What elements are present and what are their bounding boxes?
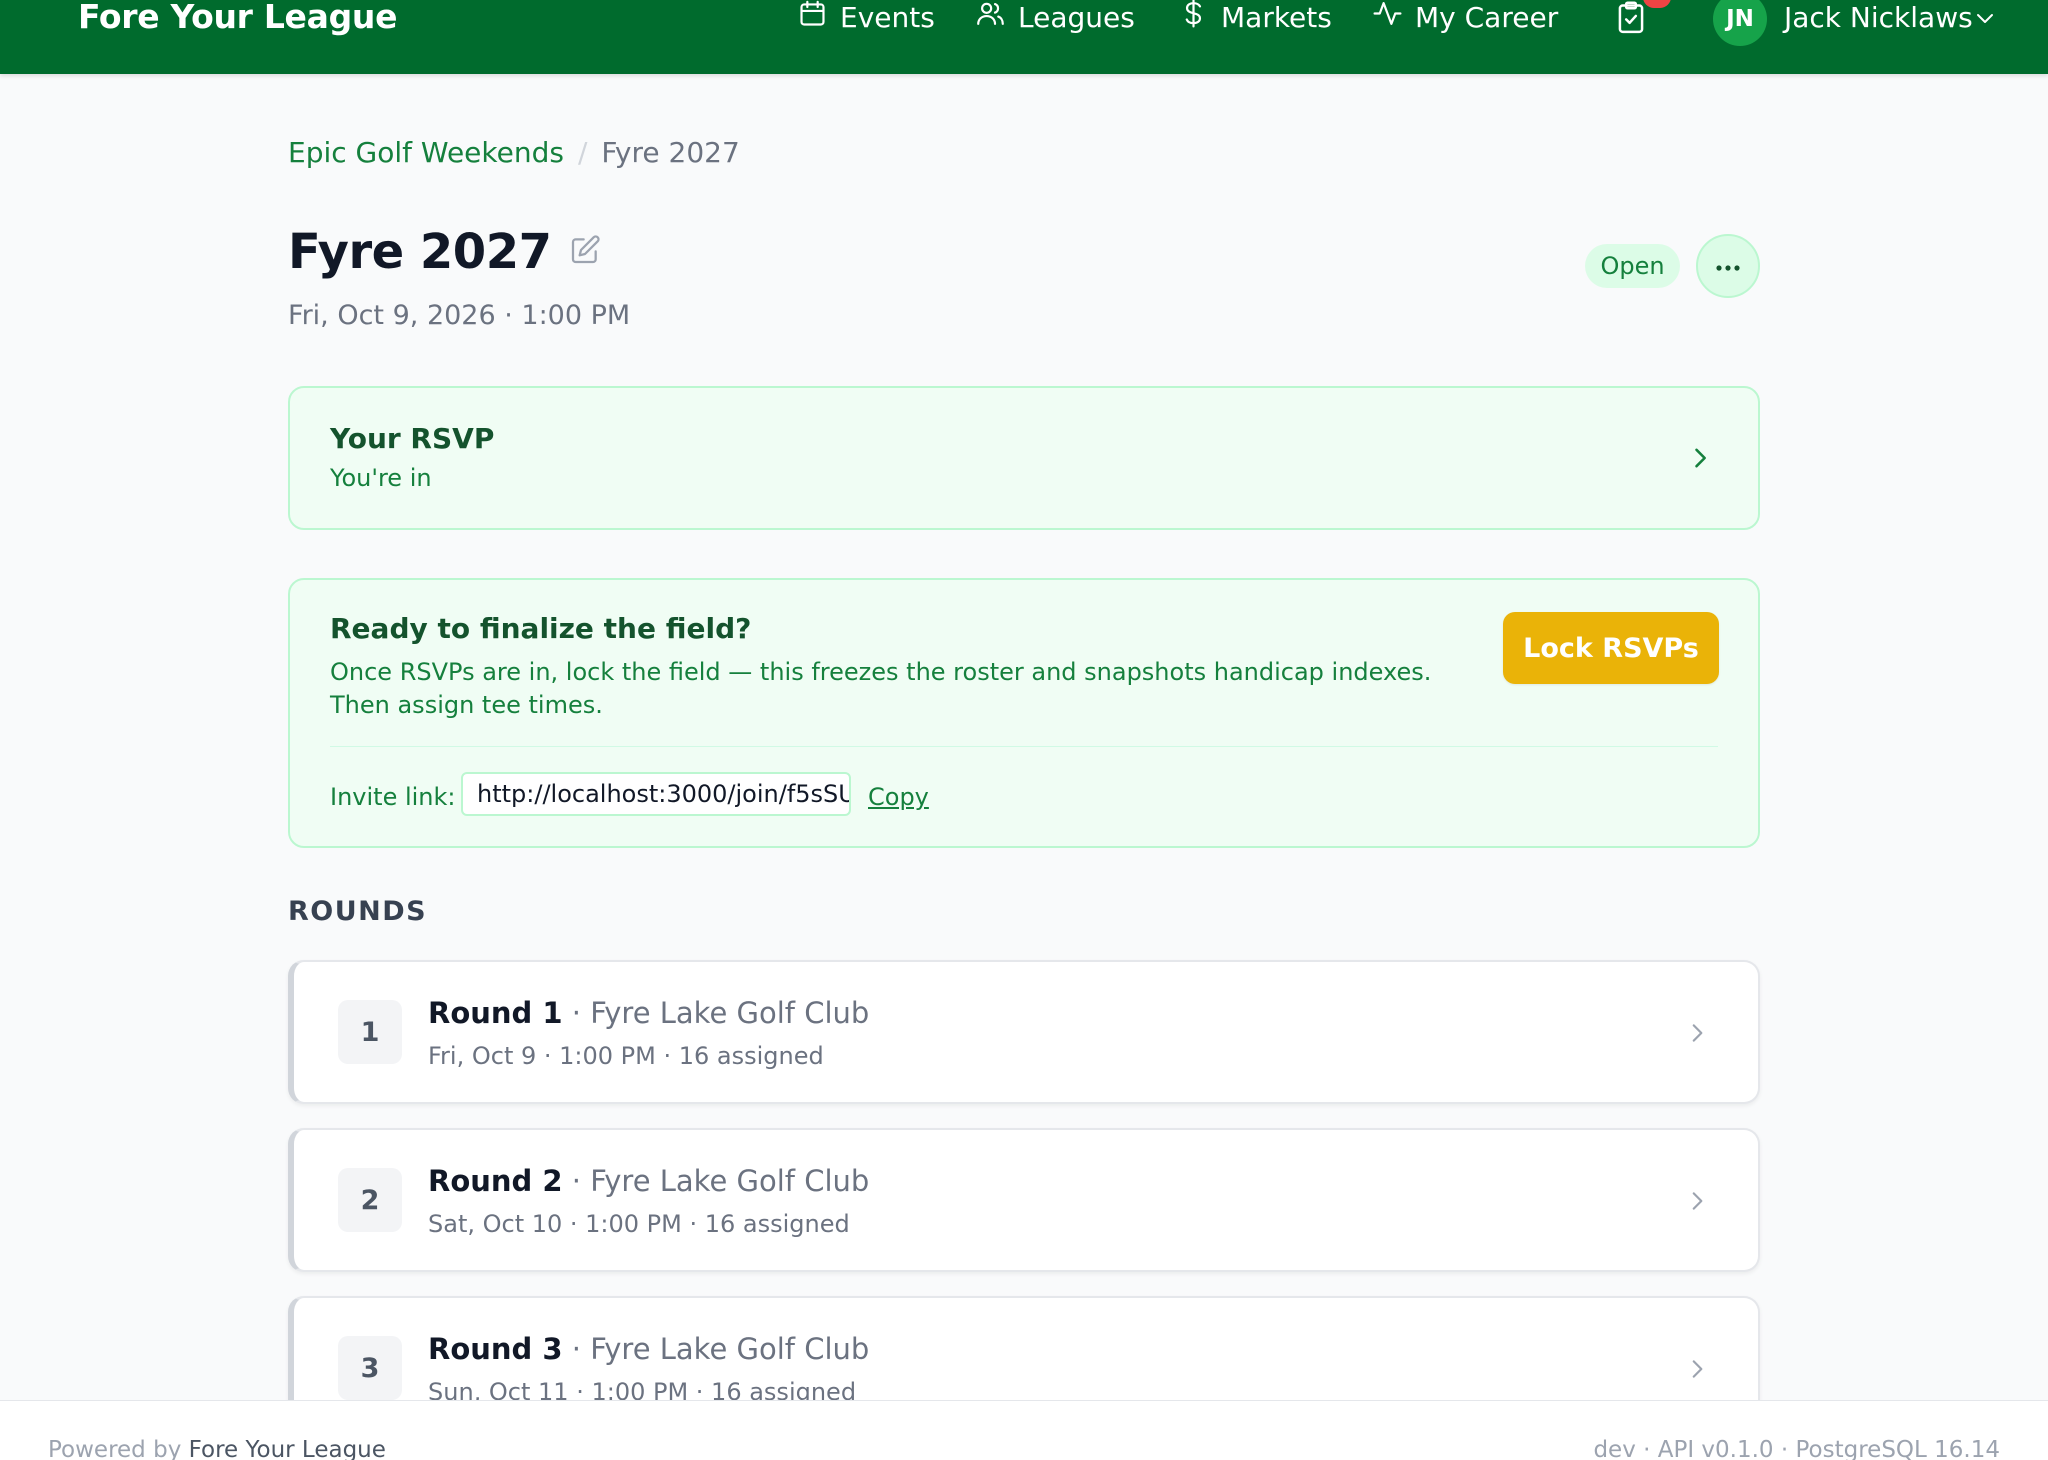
round-number: 2 — [338, 1168, 402, 1232]
avatar[interactable]: JN — [1713, 0, 1767, 46]
divider — [330, 746, 1718, 747]
nav-item-leagues[interactable]: Leagues — [975, 0, 1135, 34]
round-title: Round 1 · Fyre Lake Golf Club — [428, 996, 869, 1030]
round-title: Round 3 · Fyre Lake Golf Club — [428, 1332, 869, 1366]
footer-brand-link[interactable]: Fore Your League — [189, 1437, 386, 1460]
invite-link-label: Invite link: — [330, 783, 456, 811]
more-options-button[interactable] — [1696, 234, 1760, 298]
page-title: Fyre 2027 — [288, 224, 552, 280]
title-row: Fyre 2027 — [288, 224, 601, 280]
breadcrumb-separator: / — [577, 136, 588, 169]
footer-powered-prefix: Powered by — [48, 1437, 189, 1460]
round-card[interactable]: 2 Round 2 · Fyre Lake Golf Club Sat, Oct… — [288, 1128, 1760, 1272]
chevron-right-icon — [1684, 1356, 1710, 1382]
lock-rsvps-button[interactable]: Lock RSVPs — [1503, 612, 1719, 684]
nav-item-my-career[interactable]: My Career — [1372, 0, 1558, 34]
finalize-field-card: Ready to finalize the field? Once RSVPs … — [288, 578, 1760, 848]
clipboard-check-icon[interactable] — [1614, 0, 1650, 36]
round-name: Round 1 — [428, 996, 563, 1030]
user-menu-name[interactable]: Jack Nicklaws — [1784, 0, 1973, 34]
calendar-icon — [797, 0, 828, 36]
nav-item-label: Events — [840, 0, 935, 34]
finalize-title: Ready to finalize the field? — [330, 612, 752, 645]
activity-icon — [1372, 0, 1403, 36]
round-title: Round 2 · Fyre Lake Golf Club — [428, 1164, 869, 1198]
top-navbar: Fore Your League Events Leagues Markets … — [0, 0, 2048, 74]
round-name: Round 3 — [428, 1332, 563, 1366]
footer: Powered by Fore Your League dev · API v0… — [0, 1400, 2048, 1460]
chevron-right-icon — [1684, 1188, 1710, 1214]
round-meta: Fri, Oct 9 · 1:00 PM · 16 assigned — [428, 1042, 824, 1070]
chevron-right-icon — [1684, 1020, 1710, 1046]
dollar-icon — [1178, 0, 1209, 36]
breadcrumb: Epic Golf Weekends / Fyre 2027 — [288, 136, 740, 169]
edit-icon[interactable] — [569, 234, 601, 270]
rsvp-card-title: Your RSVP — [330, 422, 495, 455]
round-name: Round 2 — [428, 1164, 563, 1198]
finalize-description: Once RSVPs are in, lock the field — this… — [330, 658, 1432, 719]
breadcrumb-link-league[interactable]: Epic Golf Weekends — [288, 136, 564, 169]
round-meta: Sat, Oct 10 · 1:00 PM · 16 assigned — [428, 1210, 850, 1238]
nav-item-label: Leagues — [1018, 0, 1135, 34]
nav-item-label: Markets — [1221, 0, 1332, 34]
round-card[interactable]: 1 Round 1 · Fyre Lake Golf Club Fri, Oct… — [288, 960, 1760, 1104]
rsvp-card[interactable]: Your RSVP You're in — [288, 386, 1760, 530]
round-course: · Fyre Lake Golf Club — [562, 1164, 870, 1198]
status-badge: Open — [1585, 244, 1680, 288]
invite-link-field[interactable]: http://localhost:3000/join/f5sSU — [461, 772, 851, 816]
nav-item-label: My Career — [1415, 0, 1559, 34]
round-course: · Fyre Lake Golf Club — [562, 1332, 870, 1366]
chevron-down-icon[interactable] — [1973, 6, 1997, 30]
round-course: · Fyre Lake Golf Club — [562, 996, 870, 1030]
more-horizontal-icon — [1714, 257, 1742, 276]
rsvp-status: You're in — [330, 464, 432, 492]
rounds-section-heading: ROUNDS — [288, 896, 428, 927]
brand-logo-text[interactable]: Fore Your League — [78, 0, 398, 38]
round-number: 1 — [338, 1000, 402, 1064]
breadcrumb-current: Fyre 2027 — [601, 136, 740, 169]
nav-item-markets[interactable]: Markets — [1178, 0, 1332, 34]
copy-invite-link[interactable]: Copy — [868, 780, 929, 814]
event-datetime: Fri, Oct 9, 2026 · 1:00 PM — [288, 300, 631, 331]
nav-item-events[interactable]: Events — [797, 0, 935, 34]
chevron-right-icon — [1686, 444, 1714, 472]
footer-version: dev · API v0.1.0 · PostgreSQL 16.14 — [1593, 1437, 2000, 1460]
footer-powered-by: Powered by Fore Your League — [48, 1437, 386, 1460]
users-icon — [975, 0, 1006, 36]
round-number: 3 — [338, 1336, 402, 1400]
